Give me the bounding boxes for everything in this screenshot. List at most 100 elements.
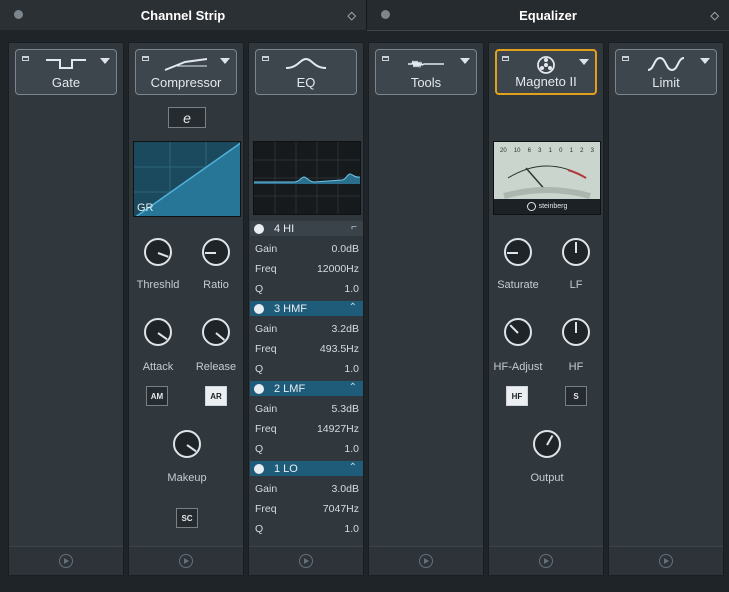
gain-value[interactable]: 3.0dB bbox=[332, 483, 359, 495]
threshold-knob[interactable] bbox=[141, 235, 175, 269]
hf-knob[interactable] bbox=[559, 315, 593, 349]
hf-button[interactable]: HF bbox=[506, 386, 528, 406]
ratio-knob[interactable] bbox=[199, 235, 233, 269]
pin-icon[interactable]: ◇ bbox=[348, 9, 356, 22]
module-selector-eq[interactable]: EQ bbox=[255, 49, 357, 95]
peak-filter-icon[interactable]: ⌃ bbox=[349, 462, 357, 473]
chevron-down-icon[interactable] bbox=[220, 58, 230, 64]
limiter-icon bbox=[647, 56, 685, 72]
play-icon[interactable] bbox=[419, 554, 433, 568]
bypass-icon[interactable] bbox=[382, 56, 389, 61]
brand-label: steinberg bbox=[538, 203, 568, 210]
saturate-knob[interactable] bbox=[501, 235, 535, 269]
eq-param-row: Freq 12000Hz bbox=[255, 263, 359, 275]
bypass-icon[interactable] bbox=[622, 56, 629, 61]
bypass-icon[interactable] bbox=[142, 56, 149, 61]
module-label: Limit bbox=[652, 75, 680, 90]
tape-reel-icon bbox=[537, 56, 555, 74]
am-button[interactable]: AM bbox=[146, 386, 168, 406]
slot-compressor: Compressor e GR Threshld Ratio Attack Re… bbox=[128, 42, 244, 576]
vu-meter: 20 10 6 3 1 0 1 2 3 steinberg bbox=[493, 141, 601, 215]
compressor-mode-button[interactable]: e bbox=[168, 107, 206, 128]
play-icon[interactable] bbox=[179, 554, 193, 568]
q-value[interactable]: 1.0 bbox=[344, 283, 359, 295]
q-value[interactable]: 1.0 bbox=[344, 363, 359, 375]
freq-value[interactable]: 493.5Hz bbox=[320, 343, 359, 355]
gain-label: Gain bbox=[255, 323, 278, 335]
play-icon[interactable] bbox=[59, 554, 73, 568]
slot-footer bbox=[129, 546, 243, 575]
eq-band-2-header[interactable]: 2 LMF ⌃ bbox=[250, 381, 363, 396]
eq-band-3-header[interactable]: 3 HMF ⌃ bbox=[250, 301, 363, 316]
gain-value[interactable]: 5.3dB bbox=[332, 403, 359, 415]
eq-band-4-header[interactable]: 4 HI ⌐ bbox=[250, 221, 363, 236]
eq-param-row: Gain 0.0dB bbox=[255, 243, 359, 255]
steinberg-logo-icon bbox=[526, 202, 536, 211]
chevron-down-icon[interactable] bbox=[700, 58, 710, 64]
power-icon[interactable] bbox=[254, 223, 264, 234]
module-selector-gate[interactable]: Gate bbox=[15, 49, 117, 95]
tab-bar: Channel Strip ◇ Equalizer ◇ bbox=[0, 0, 729, 31]
sidechain-button[interactable]: SC bbox=[176, 508, 198, 528]
power-icon[interactable] bbox=[254, 303, 264, 314]
freq-value[interactable]: 14927Hz bbox=[317, 423, 359, 435]
chevron-down-icon[interactable] bbox=[579, 59, 589, 65]
power-icon[interactable] bbox=[254, 463, 264, 474]
tab-channel-strip[interactable]: Channel Strip ◇ bbox=[0, 0, 367, 30]
module-selector-magneto[interactable]: Magneto II bbox=[495, 49, 597, 95]
gate-icon bbox=[46, 59, 86, 69]
freq-value[interactable]: 7047Hz bbox=[323, 503, 359, 515]
pin-icon[interactable]: ◇ bbox=[711, 9, 719, 22]
q-value[interactable]: 1.0 bbox=[344, 523, 359, 535]
lf-label: LF bbox=[569, 279, 583, 291]
module-label: Gate bbox=[51, 75, 81, 90]
chevron-down-icon[interactable] bbox=[100, 58, 110, 64]
eq-band-name: 3 HMF bbox=[274, 302, 307, 315]
eq-param-row: Gain 3.2dB bbox=[255, 323, 359, 335]
module-selector-limit[interactable]: Limit bbox=[615, 49, 717, 95]
eq-band-name: 4 HI bbox=[274, 222, 295, 235]
slot-footer bbox=[609, 546, 723, 575]
hf-adjust-knob[interactable] bbox=[501, 315, 535, 349]
freq-label: Freq bbox=[255, 343, 277, 355]
bypass-icon[interactable] bbox=[22, 56, 29, 61]
module-selector-compressor[interactable]: Compressor bbox=[135, 49, 237, 95]
eq-band-1-header[interactable]: 1 LO ⌃ bbox=[250, 461, 363, 476]
hf-label: HF bbox=[568, 361, 584, 373]
attack-knob[interactable] bbox=[141, 315, 175, 349]
module-selector-tools[interactable]: Tools bbox=[375, 49, 477, 95]
q-value[interactable]: 1.0 bbox=[344, 443, 359, 455]
tab-label: Channel Strip bbox=[140, 7, 226, 23]
gain-value[interactable]: 3.2dB bbox=[332, 323, 359, 335]
tab-status-dot bbox=[14, 10, 23, 19]
play-icon[interactable] bbox=[539, 554, 553, 568]
release-knob[interactable] bbox=[199, 315, 233, 349]
freq-value[interactable]: 12000Hz bbox=[317, 263, 359, 275]
eq-curve-display bbox=[253, 141, 361, 215]
high-shelf-icon[interactable]: ⌐ bbox=[351, 222, 357, 233]
q-label: Q bbox=[255, 443, 264, 455]
output-knob[interactable] bbox=[530, 427, 564, 461]
channel-strip-window: Channel Strip ◇ Equalizer ◇ Gate Compres… bbox=[0, 0, 729, 592]
gain-value[interactable]: 0.0dB bbox=[332, 243, 359, 255]
lf-knob[interactable] bbox=[559, 235, 593, 269]
ratio-label: Ratio bbox=[203, 279, 229, 291]
solo-button[interactable]: S bbox=[565, 386, 587, 406]
eq-band-name: 2 LMF bbox=[274, 382, 306, 395]
slot-footer bbox=[369, 546, 483, 575]
peak-filter-icon[interactable]: ⌃ bbox=[349, 382, 357, 393]
tab-equalizer[interactable]: Equalizer ◇ bbox=[367, 0, 729, 31]
bypass-icon[interactable] bbox=[262, 56, 269, 61]
power-icon[interactable] bbox=[254, 383, 264, 394]
peak-filter-icon[interactable]: ⌃ bbox=[349, 302, 357, 313]
play-icon[interactable] bbox=[299, 554, 313, 568]
gain-reduction-display: GR bbox=[133, 141, 241, 217]
freq-label: Freq bbox=[255, 503, 277, 515]
eq-band-name: 1 LO bbox=[274, 462, 298, 475]
chevron-down-icon[interactable] bbox=[460, 58, 470, 64]
play-icon[interactable] bbox=[659, 554, 673, 568]
makeup-knob[interactable] bbox=[170, 427, 204, 461]
bypass-icon[interactable] bbox=[502, 56, 509, 61]
ar-button[interactable]: AR bbox=[205, 386, 227, 406]
slot-gate: Gate bbox=[8, 42, 124, 576]
